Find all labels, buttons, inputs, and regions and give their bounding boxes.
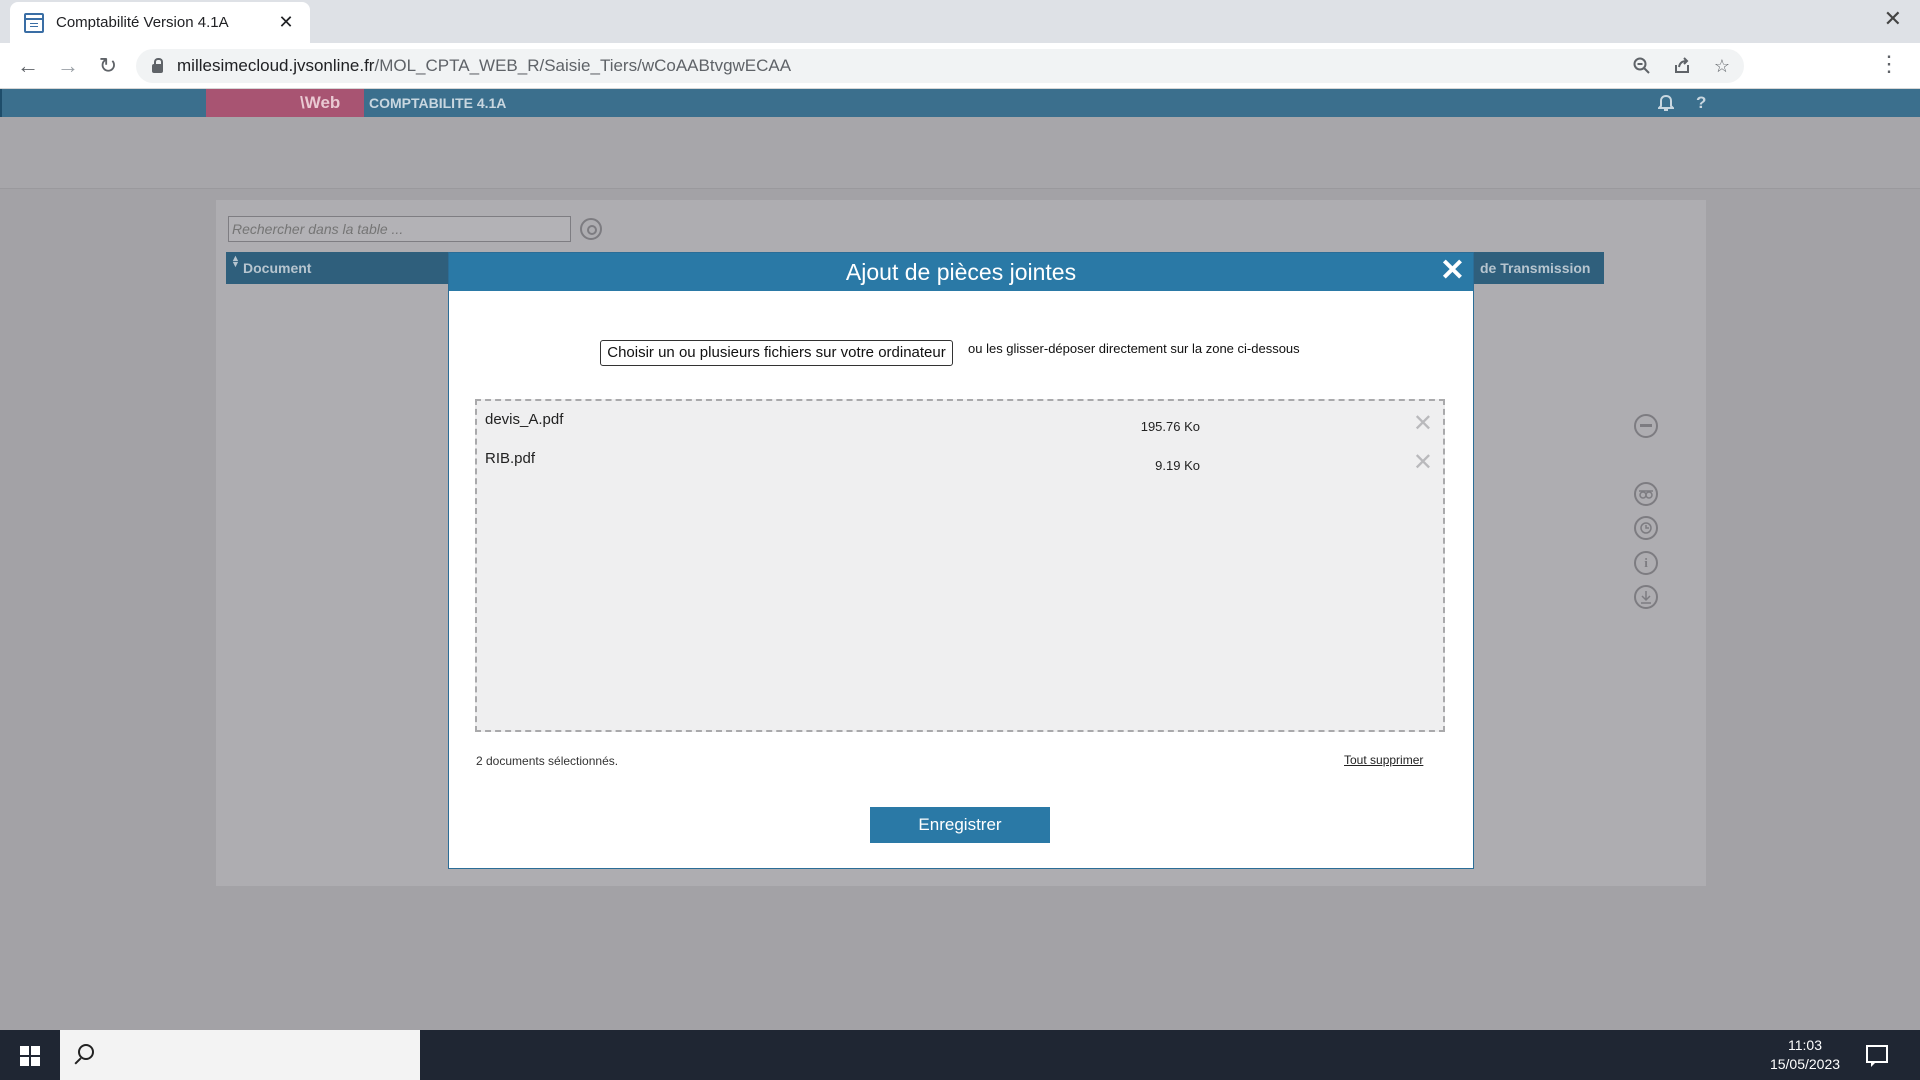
address-bar[interactable]: millesimecloud.jvsonline.fr/MOL_CPTA_WEB…	[136, 49, 1744, 83]
lock-icon	[152, 57, 163, 73]
column-header-document[interactable]: ▲ ▼ Document	[226, 252, 466, 284]
file-row: devis_A.pdf 195.76 Ko ✕	[485, 411, 1435, 436]
browser-navbar: ← → ↻ millesimecloud.jvsonline.fr/MOL_CP…	[0, 43, 1920, 89]
bell-icon[interactable]	[1656, 93, 1676, 116]
browser-tab[interactable]: Comptabilité Version 4.1A ✕	[10, 2, 310, 43]
column-header-transmission[interactable]: de Transmission	[1472, 252, 1604, 284]
dialog-title: Ajout de pièces jointes	[845, 259, 1077, 285]
share-icon[interactable]	[1668, 52, 1696, 80]
selected-count: 2 documents sélectionnés.	[476, 754, 619, 768]
drop-zone[interactable]: devis_A.pdf 195.76 Ko ✕ RIB.pdf 9.19 Ko …	[475, 399, 1445, 732]
attachments-dialog: Ajout de pièces jointes ✕ Choisir un ou …	[448, 252, 1474, 869]
file-name: devis_A.pdf	[485, 411, 564, 428]
file-size: 9.19 Ko	[1155, 458, 1200, 473]
taskbar: 11:03 15/05/2023	[0, 1030, 1920, 1080]
clock-date: 15/05/2023	[1769, 1056, 1841, 1072]
clock-time: 11:03	[1788, 1037, 1822, 1053]
history-icon[interactable]	[1634, 516, 1658, 540]
drag-drop-hint: ou les glisser-déposer directement sur l…	[968, 341, 1300, 356]
download-icon[interactable]	[1634, 585, 1658, 609]
taskbar-search[interactable]	[60, 1030, 420, 1080]
tab-title: Comptabilité Version 4.1A	[56, 14, 229, 31]
file-name: RIB.pdf	[485, 450, 536, 467]
file-size: 195.76 Ko	[1140, 419, 1200, 434]
app-title: COMPTABILITE 4.1A	[369, 95, 507, 111]
notifications-icon[interactable]	[1866, 1045, 1888, 1067]
search-icon[interactable]	[580, 218, 602, 240]
zoom-icon[interactable]	[1628, 52, 1656, 80]
tab-close-icon[interactable]: ✕	[276, 12, 296, 33]
remove-icon[interactable]	[1634, 414, 1658, 438]
view-icon[interactable]	[1634, 482, 1658, 506]
forward-icon[interactable]: →	[54, 52, 82, 80]
back-icon[interactable]: ←	[14, 52, 42, 80]
column-header-label: Document	[243, 260, 312, 276]
choose-files-button[interactable]: Choisir un ou plusieurs fichiers sur vot…	[600, 340, 953, 366]
window-close-icon[interactable]: ✕	[1884, 6, 1902, 32]
table-search-input[interactable]	[228, 216, 571, 242]
remove-file-icon[interactable]: ✕	[1413, 451, 1433, 475]
system-clock[interactable]: 11:03 15/05/2023	[1755, 1036, 1855, 1074]
sort-icon[interactable]: ▲ ▼	[231, 254, 240, 269]
browser-tabbar: Comptabilité Version 4.1A ✕ ✕	[0, 0, 1920, 43]
url-text: millesimecloud.jvsonline.fr/MOL_CPTA_WEB…	[177, 56, 792, 75]
search-icon	[78, 1044, 94, 1060]
app-toolbar	[0, 117, 1920, 189]
app-header: \Web COMPTABILITE 4.1A ?	[0, 89, 1920, 117]
menu-icon[interactable]: ⋮	[1878, 53, 1900, 75]
reload-icon[interactable]: ↻	[94, 52, 122, 80]
remove-file-icon[interactable]: ✕	[1413, 412, 1433, 436]
star-icon[interactable]: ☆	[1708, 52, 1736, 80]
brand-logo: \Web	[300, 93, 341, 112]
info-icon[interactable]: i	[1634, 551, 1658, 575]
save-button[interactable]: Enregistrer	[870, 807, 1050, 843]
windows-start-icon[interactable]	[20, 1046, 40, 1066]
dialog-header: Ajout de pièces jointes ✕	[449, 253, 1473, 291]
page-favicon-icon	[24, 12, 44, 33]
dialog-close-icon[interactable]: ✕	[1440, 256, 1465, 286]
file-row: RIB.pdf 9.19 Ko ✕	[485, 450, 1435, 475]
help-icon[interactable]: ?	[1696, 93, 1706, 113]
column-header-label: de Transmission	[1480, 260, 1591, 276]
delete-all-link[interactable]: Tout supprimer	[1344, 753, 1423, 767]
